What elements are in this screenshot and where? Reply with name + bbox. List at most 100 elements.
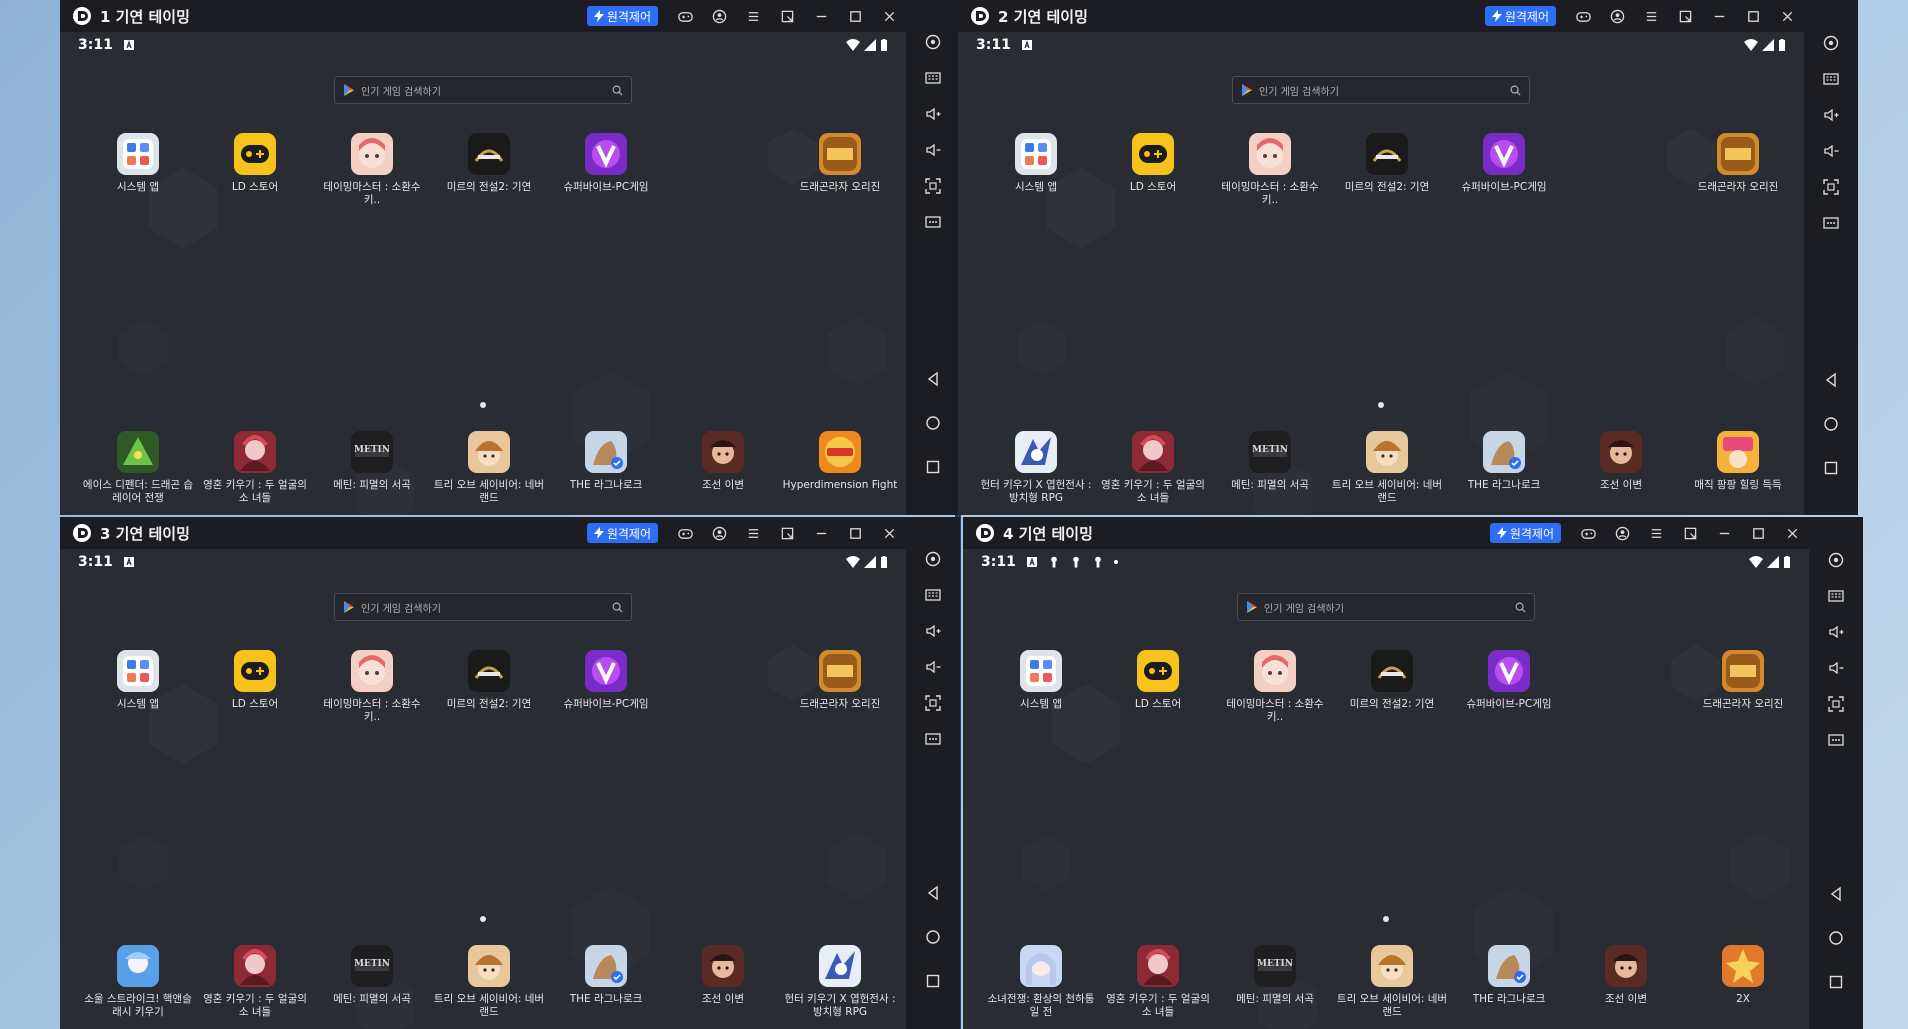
app-shortcut[interactable]: 슈퍼바이브-PC게임 <box>548 650 664 711</box>
home-icon[interactable] <box>919 923 947 951</box>
remote-control-button[interactable]: 원격제어 <box>1489 523 1561 543</box>
search-icon[interactable] <box>1515 602 1526 613</box>
more-icon[interactable] <box>919 725 947 753</box>
app-shortcut[interactable]: LD 스토어 <box>1095 133 1211 194</box>
android-screen[interactable]: 3:11 인기 게임 검색하기 시스템 앱 LD 스토어 테이밍마스터 : 소환수 … <box>963 549 1809 1029</box>
app-shortcut[interactable]: 시스템 앱 <box>80 650 196 711</box>
app-shortcut[interactable]: THE 라그나로크 <box>548 431 664 492</box>
app-shortcut[interactable]: METIN 메틴: 피멸의 서곡 <box>1212 431 1328 492</box>
app-shortcut[interactable]: 에이스 디펜더: 드래곤 습 레이어 전쟁 <box>80 431 196 505</box>
shrink-window-icon[interactable] <box>1668 0 1702 32</box>
screenshot-icon[interactable] <box>919 689 947 717</box>
minimize-icon[interactable] <box>1707 517 1741 549</box>
more-icon[interactable] <box>1822 726 1850 754</box>
screenshot-icon[interactable] <box>1817 173 1845 201</box>
app-shortcut[interactable]: 영혼 키우기 : 두 얼굴의 소 녀들 <box>197 431 313 505</box>
app-shortcut[interactable]: 헌터 키우기 X 엽헌전사 : 방치형 RPG <box>782 945 898 1019</box>
app-shortcut[interactable]: THE 라그나로크 <box>548 945 664 1006</box>
shrink-window-icon[interactable] <box>1673 517 1707 549</box>
more-icon[interactable] <box>919 208 947 236</box>
title-bar[interactable]: 3 기연 테이밍 원격제어 <box>60 517 960 549</box>
keyboard-icon[interactable] <box>1817 65 1845 93</box>
back-icon[interactable] <box>919 365 947 393</box>
maximize-icon[interactable] <box>838 0 872 32</box>
app-shortcut[interactable]: Hyperdimension Fight <box>782 431 898 492</box>
title-bar[interactable]: 4 기연 테이밍 원격제어 <box>963 517 1863 549</box>
close-icon[interactable] <box>1775 517 1809 549</box>
maximize-icon[interactable] <box>838 517 872 549</box>
title-bar[interactable]: 1 기연 테이밍 원격제어 <box>60 0 960 32</box>
gamepad-icon[interactable] <box>668 517 702 549</box>
app-shortcut[interactable]: THE 라그나로크 <box>1446 431 1562 492</box>
app-shortcut[interactable]: 테이밍마스터 : 소환수 키.. <box>1212 133 1328 207</box>
app-shortcut[interactable]: METIN 메틴: 피멸의 서곡 <box>1217 945 1333 1006</box>
app-shortcut[interactable]: 소녀전쟁: 환상의 천하통일 전 <box>983 945 1099 1019</box>
app-shortcut[interactable]: 미르의 전설2: 기연 <box>431 133 547 194</box>
android-screen[interactable]: 3:11 인기 게임 검색하기 시스템 앱 LD 스토어 테이밍마스터 : 소환수 … <box>60 32 906 515</box>
settings-icon[interactable] <box>1817 29 1845 57</box>
app-shortcut[interactable]: 트리 오브 세이비어: 네버 랜드 <box>1329 431 1445 505</box>
app-shortcut[interactable]: 소울 스트라이크! 핵앤슬 래시 키우기 <box>80 945 196 1019</box>
minimize-icon[interactable] <box>804 0 838 32</box>
gamepad-icon[interactable] <box>668 0 702 32</box>
app-shortcut[interactable]: 테이밍마스터 : 소환수 키.. <box>1217 650 1333 724</box>
menu-icon[interactable] <box>1639 517 1673 549</box>
volume-down-icon[interactable] <box>919 136 947 164</box>
android-screen[interactable]: 3:11 인기 게임 검색하기 시스템 앱 LD 스토어 테이밍마스터 : 소환수 … <box>60 549 906 1029</box>
recents-icon[interactable] <box>1817 454 1845 482</box>
game-search-bar[interactable]: 인기 게임 검색하기 <box>334 76 632 104</box>
app-shortcut[interactable]: 트리 오브 세이비어: 네버 랜드 <box>1334 945 1450 1019</box>
account-icon[interactable] <box>702 0 736 32</box>
volume-down-icon[interactable] <box>1817 137 1845 165</box>
search-icon[interactable] <box>1510 85 1521 96</box>
game-search-bar[interactable]: 인기 게임 검색하기 <box>1237 593 1535 621</box>
app-shortcut[interactable]: METIN 메틴: 피멸의 서곡 <box>314 945 430 1006</box>
volume-down-icon[interactable] <box>1822 654 1850 682</box>
shrink-window-icon[interactable] <box>770 0 804 32</box>
app-shortcut[interactable]: 드래곤라자 오리진 <box>1685 650 1801 711</box>
app-shortcut[interactable]: THE 라그나로크 <box>1451 945 1567 1006</box>
app-shortcut[interactable]: 시스템 앱 <box>80 133 196 194</box>
search-icon[interactable] <box>612 602 623 613</box>
minimize-icon[interactable] <box>1702 0 1736 32</box>
menu-icon[interactable] <box>736 0 770 32</box>
app-shortcut[interactable]: 시스템 앱 <box>978 133 1094 194</box>
remote-control-button[interactable]: 원격제어 <box>1484 6 1556 26</box>
app-shortcut[interactable]: 2X <box>1685 945 1801 1006</box>
app-shortcut[interactable]: 드래곤라자 오리진 <box>782 650 898 711</box>
remote-control-button[interactable]: 원격제어 <box>586 6 658 26</box>
app-shortcut[interactable]: LD 스토어 <box>197 650 313 711</box>
screenshot-icon[interactable] <box>1822 690 1850 718</box>
app-shortcut[interactable]: 헌터 키우기 X 엽헌전사 : 방치형 RPG <box>978 431 1094 505</box>
home-icon[interactable] <box>1822 924 1850 952</box>
app-shortcut[interactable]: 조선 이변 <box>665 945 781 1006</box>
back-icon[interactable] <box>919 879 947 907</box>
app-shortcut[interactable]: 드래곤라자 오리진 <box>782 133 898 194</box>
account-icon[interactable] <box>1605 517 1639 549</box>
app-shortcut[interactable]: 영혼 키우기 : 두 얼굴의 소 녀들 <box>1100 945 1216 1019</box>
close-icon[interactable] <box>872 0 906 32</box>
app-shortcut[interactable]: 매직 팡팡 힐링 득득 <box>1680 431 1796 492</box>
back-icon[interactable] <box>1822 880 1850 908</box>
volume-up-icon[interactable] <box>1822 618 1850 646</box>
game-search-bar[interactable]: 인기 게임 검색하기 <box>1232 76 1530 104</box>
close-icon[interactable] <box>1770 0 1804 32</box>
minimize-icon[interactable] <box>804 517 838 549</box>
volume-down-icon[interactable] <box>919 653 947 681</box>
app-shortcut[interactable]: 슈퍼바이브-PC게임 <box>1446 133 1562 194</box>
app-shortcut[interactable]: 조선 이변 <box>1568 945 1684 1006</box>
recents-icon[interactable] <box>919 967 947 995</box>
app-shortcut[interactable]: 슈퍼바이브-PC게임 <box>548 133 664 194</box>
app-shortcut[interactable]: 트리 오브 세이비어: 네버 랜드 <box>431 945 547 1019</box>
app-shortcut[interactable]: 미르의 전설2: 기연 <box>1334 650 1450 711</box>
recents-icon[interactable] <box>1822 968 1850 996</box>
settings-icon[interactable] <box>919 545 947 573</box>
recents-icon[interactable] <box>919 453 947 481</box>
app-shortcut[interactable]: LD 스토어 <box>1100 650 1216 711</box>
menu-icon[interactable] <box>1634 0 1668 32</box>
settings-icon[interactable] <box>1822 546 1850 574</box>
android-screen[interactable]: 3:11 인기 게임 검색하기 시스템 앱 LD 스토어 테이밍마스터 : 소환수 … <box>958 32 1804 515</box>
home-icon[interactable] <box>919 409 947 437</box>
screenshot-icon[interactable] <box>919 172 947 200</box>
maximize-icon[interactable] <box>1736 0 1770 32</box>
